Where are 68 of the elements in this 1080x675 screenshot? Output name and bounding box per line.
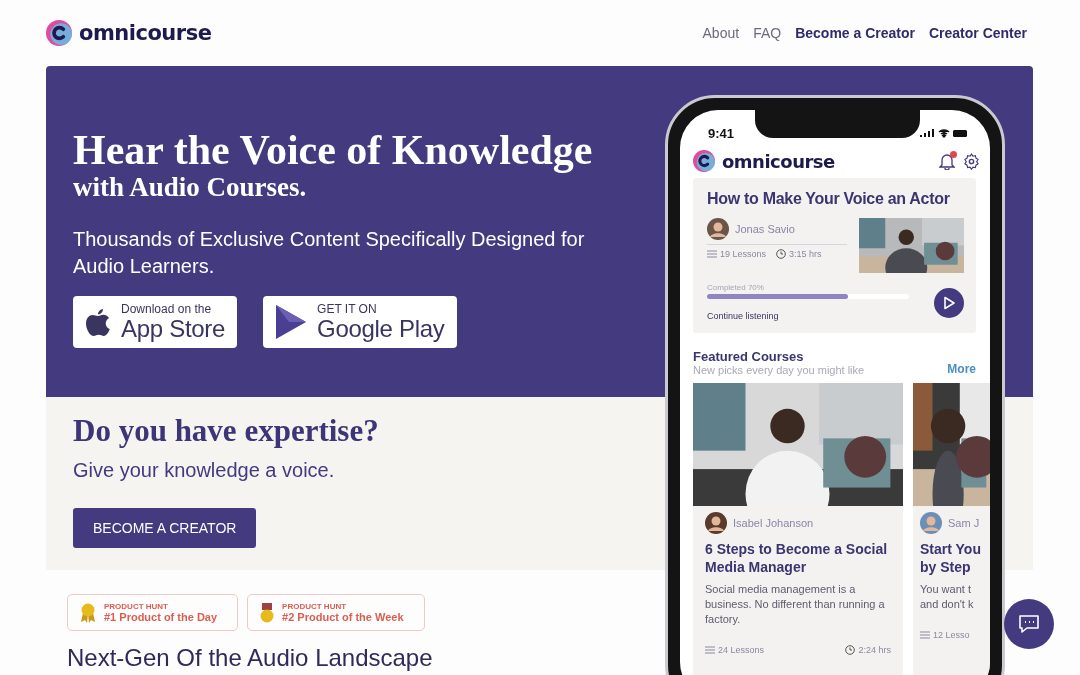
nav-link[interactable]: Become a Creator <box>795 25 915 41</box>
hero-subtitle: with Audio Courses. <box>73 172 307 202</box>
store-badge[interactable]: GET IT ON Google Play <box>263 296 457 348</box>
store-caption: GET IT ON <box>317 302 378 316</box>
section-title: Do you have expertise? <box>73 413 380 449</box>
chat-button[interactable] <box>1004 599 1054 649</box>
app-logo-text: omnicourse <box>722 150 835 172</box>
chat-icon <box>1018 614 1040 634</box>
nav-link[interactable]: About <box>702 25 740 41</box>
play-icon <box>942 296 956 310</box>
avatar <box>707 218 729 240</box>
course-title: 6 Steps to Become a Social Media Manager <box>705 540 889 576</box>
logo-icon <box>693 150 715 172</box>
lessons-count: 19 Lessons <box>707 249 767 259</box>
award-source: PRODUCT HUNT <box>104 602 169 611</box>
author-name: Sam J <box>948 517 980 529</box>
lessons-count: 12 Lesso <box>920 630 970 640</box>
course-duration: 3:15 hrs <box>776 249 822 259</box>
course-card[interactable]: Isabel Johanson 6 Steps to Become a Social Media Manager Social media management is a business. No different than running a factory. 24 Lessons 2:24 hrs <box>693 383 903 675</box>
award-badge[interactable]: PRODUCT HUNT #1 Product of the Day <box>67 594 239 631</box>
clock-icon <box>776 249 787 259</box>
play-icon <box>275 304 308 340</box>
course-duration: 2:24 hrs <box>845 645 891 655</box>
section-heading: Next-Gen Of the Audio Landscape <box>67 645 433 671</box>
more-link[interactable]: More <box>947 362 976 376</box>
author-name: Isabel Johanson <box>733 517 814 529</box>
clock-icon <box>845 645 856 655</box>
course-description: Social media management is a business. No different than running a factory. <box>705 582 886 627</box>
award-label: #2 Product of the Week <box>282 611 404 623</box>
hero-tagline: Thousands of Exclusive Content Specifically Designed for Audio Learners. <box>73 227 586 279</box>
list-icon <box>920 631 930 639</box>
ribbon-icon <box>80 602 96 623</box>
store-caption: Download on the <box>121 302 213 316</box>
featured-subtitle: New picks every day you might like <box>693 364 865 376</box>
author-name: Jonas Savio <box>735 223 795 235</box>
course-card[interactable]: Sam J Start You by Step You want t and don't k 12 Lesso <box>913 383 990 675</box>
award-badge[interactable]: PRODUCT HUNT #2 Product of the Week <box>247 594 425 631</box>
bell-icon[interactable] <box>939 152 955 170</box>
status-time: 9:41 <box>708 125 735 141</box>
nav-link[interactable]: Creator Center <box>928 25 1027 41</box>
continue-link[interactable]: Continue listening <box>707 311 779 321</box>
list-icon <box>707 250 717 258</box>
store-badge[interactable]: Download on the App Store <box>73 296 238 348</box>
logo-icon <box>46 20 72 46</box>
course-title: How to Make Your Voice an Actor <box>707 190 951 208</box>
course-card[interactable]: How to Make Your Voice an Actor Jonas Savio 19 Lessons 3:15 hrs Completed 70% Continue listening <box>693 178 976 333</box>
progress-label: Completed 70% <box>707 283 765 292</box>
lessons-count: 24 Lessons <box>705 645 765 655</box>
nav-link[interactable]: FAQ <box>753 25 782 41</box>
store-name: App Store <box>121 315 226 342</box>
section-text: Give your knowledge a voice. <box>73 459 336 482</box>
play-button[interactable] <box>934 288 964 318</box>
avatar <box>705 512 727 534</box>
avatar <box>920 512 942 534</box>
store-name: Google Play <box>317 315 445 342</box>
become-creator-button[interactable]: BECOME A CREATOR <box>73 508 257 548</box>
settings-icon[interactable] <box>963 152 980 170</box>
featured-title: Featured Courses <box>693 349 805 364</box>
hero-title: Hear the Voice of Knowledge <box>73 128 593 172</box>
award-source: PRODUCT HUNT <box>282 602 348 611</box>
apple-icon <box>85 307 111 337</box>
list-icon <box>705 646 715 654</box>
logo-text[interactable]: omnicourse <box>79 21 212 45</box>
course-title: Start You by Step <box>920 540 982 576</box>
award-label: #1 Product of the Day <box>104 611 218 623</box>
status-icons <box>920 128 968 138</box>
medal-icon <box>260 602 275 623</box>
course-description: You want t and don't k <box>920 582 975 612</box>
